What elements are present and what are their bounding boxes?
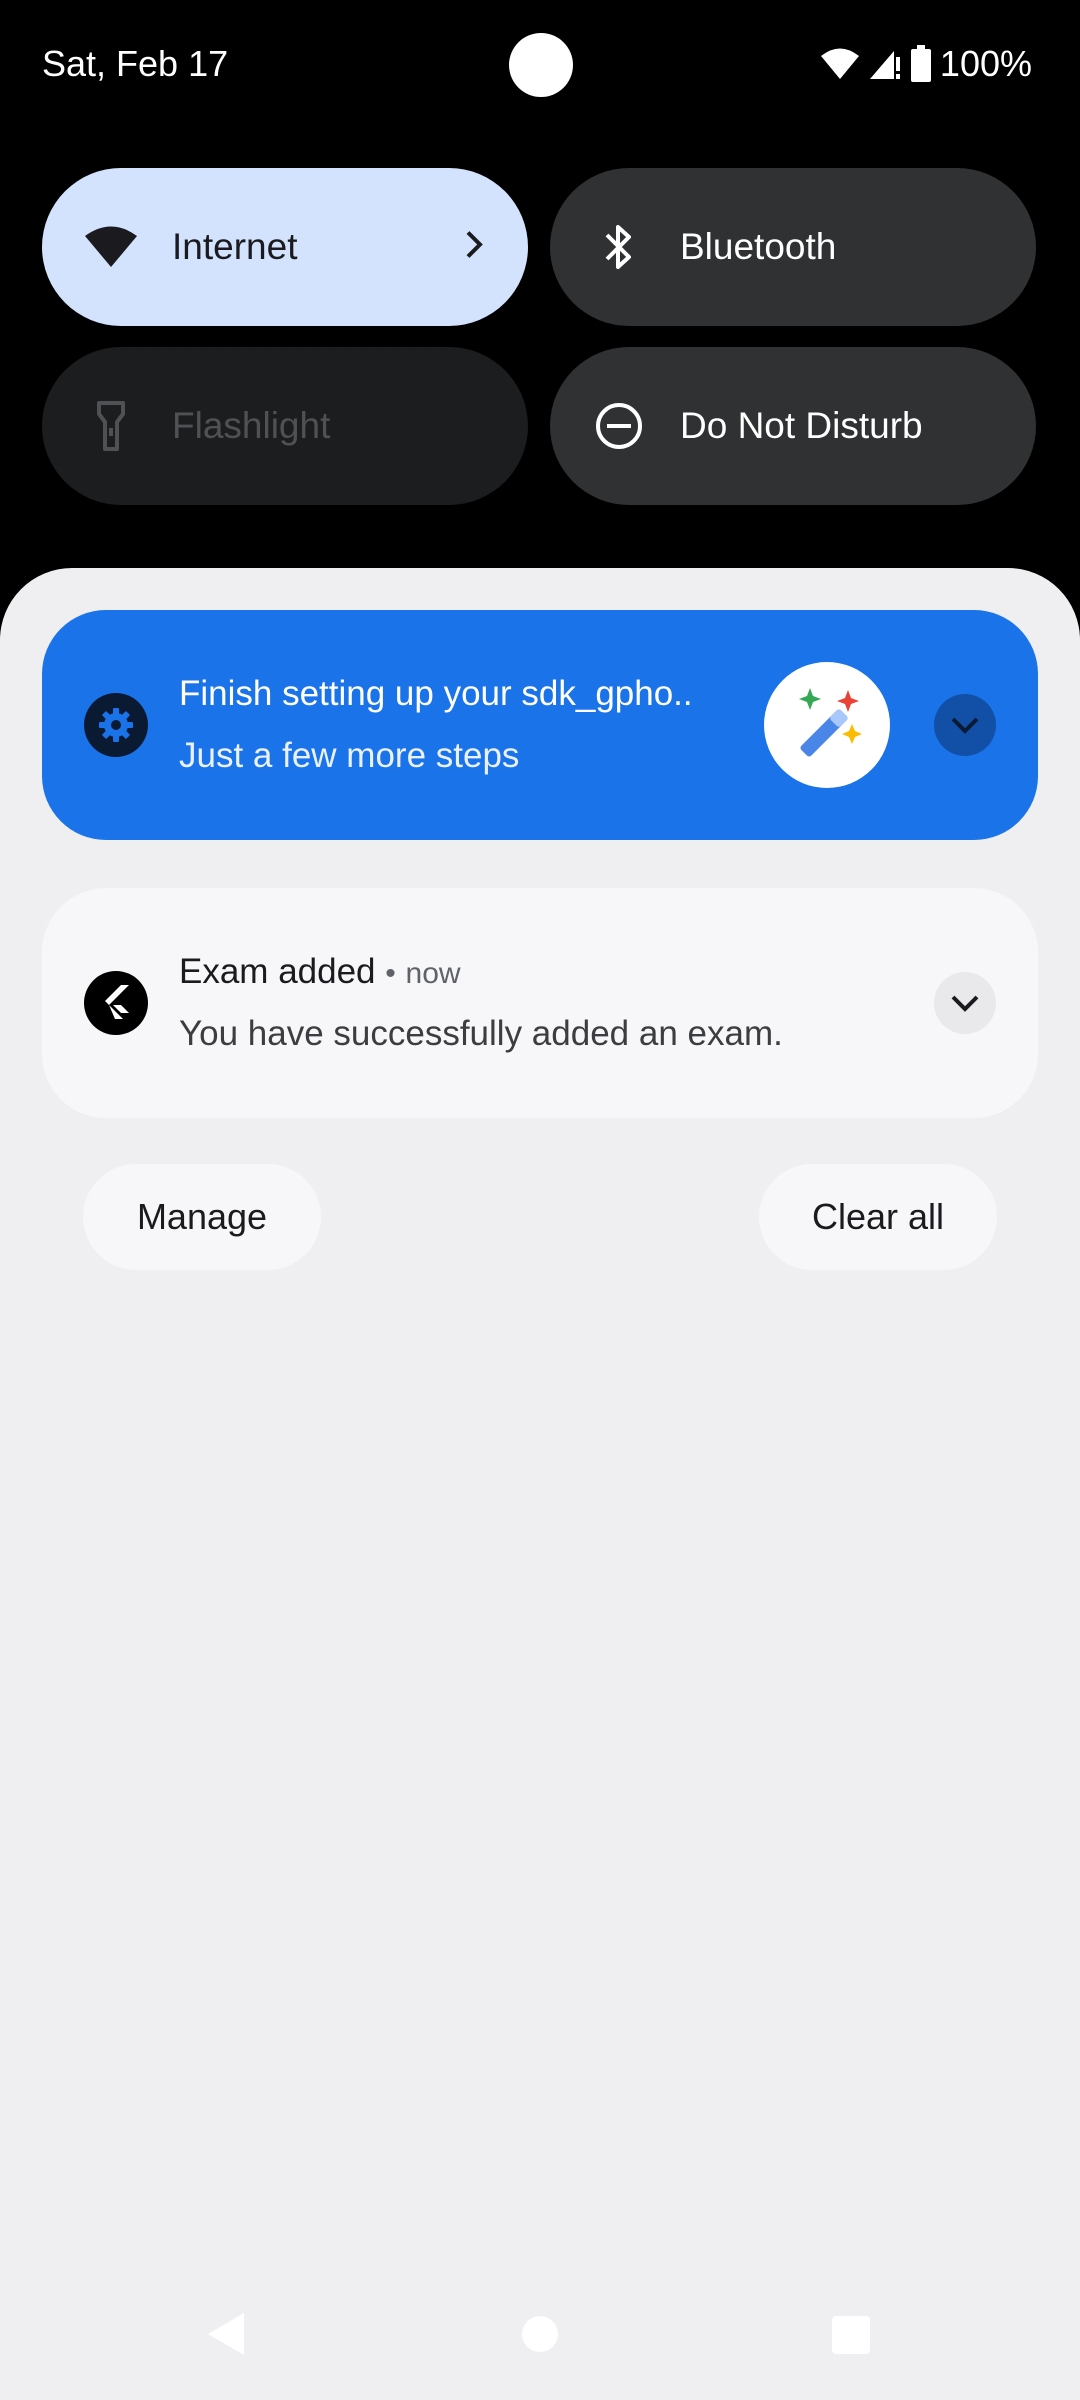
magic-wand-icon	[764, 662, 890, 788]
wifi-icon	[820, 47, 860, 81]
status-bar: Sat, Feb 17 100%	[0, 0, 1080, 130]
flutter-icon	[84, 971, 148, 1035]
recents-button[interactable]	[832, 2316, 870, 2354]
tile-label: Flashlight	[172, 405, 331, 446]
expand-button[interactable]	[934, 972, 996, 1034]
chevron-down-icon	[951, 995, 979, 1012]
screen: Sat, Feb 17 100% Internet Bluetooth Flas…	[0, 0, 1080, 2400]
notification-text: Just a few more steps	[179, 736, 520, 775]
tile-do-not-disturb[interactable]: Do Not Disturb	[550, 347, 1036, 505]
expand-button[interactable]	[934, 694, 996, 756]
notification-separator: •	[385, 957, 396, 990]
do-not-disturb-icon	[592, 399, 646, 453]
back-button[interactable]	[206, 2311, 246, 2362]
status-icons: 100%	[820, 40, 1032, 88]
tile-label: Bluetooth	[680, 226, 837, 267]
notification-title-text: Exam added	[179, 952, 376, 991]
chevron-down-icon	[951, 717, 979, 734]
status-date: Sat, Feb 17	[42, 43, 229, 84]
notification-title: Exam added • now	[179, 950, 461, 996]
notification-shade	[0, 568, 1080, 2400]
chevron-right-icon[interactable]	[464, 230, 484, 265]
camera-cutout	[509, 33, 573, 97]
tile-flashlight[interactable]: Flashlight	[42, 347, 528, 505]
battery-icon	[910, 45, 932, 83]
back-triangle-icon	[208, 2313, 244, 2355]
home-button[interactable]	[522, 2316, 558, 2352]
tile-label: Internet	[172, 226, 298, 267]
tile-bluetooth[interactable]: Bluetooth	[550, 168, 1036, 326]
clear-all-button[interactable]: Clear all	[759, 1164, 997, 1270]
notification-exam[interactable]: Exam added • now You have successfully a…	[42, 888, 1038, 1118]
battery-percent: 100%	[939, 43, 1032, 84]
wifi-icon	[84, 220, 138, 274]
flashlight-icon	[84, 399, 138, 453]
cell-signal-icon	[868, 47, 902, 81]
manage-button[interactable]: Manage	[83, 1164, 321, 1270]
tile-label: Do Not Disturb	[680, 405, 923, 446]
notification-time: now	[405, 957, 461, 990]
tile-internet[interactable]: Internet	[42, 168, 528, 326]
notification-text: You have successfully added an exam.	[179, 1014, 783, 1053]
gear-icon	[84, 693, 148, 757]
notification-title: Finish setting up your sdk_gpho..	[179, 674, 693, 713]
notification-setup[interactable]: Finish setting up your sdk_gpho.. Just a…	[42, 610, 1038, 840]
bluetooth-icon	[592, 220, 646, 274]
